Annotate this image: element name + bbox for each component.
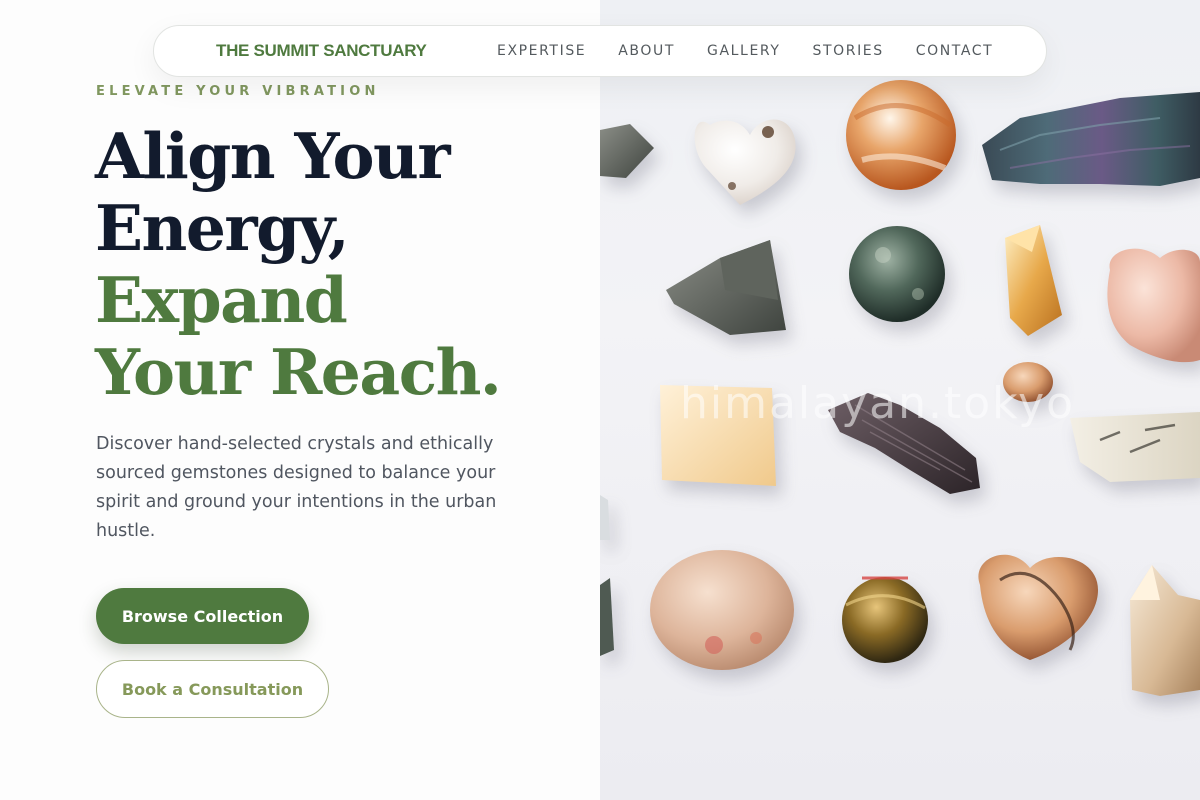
nav-link-contact[interactable]: CONTACT xyxy=(916,26,994,76)
gem-left-edge-bottom xyxy=(600,495,614,656)
nav-link-about[interactable]: ABOUT xyxy=(618,26,675,76)
top-navigation: THE SUMMIT SANCTUARY EXPERTISE ABOUT GAL… xyxy=(153,25,1047,77)
image-watermark: himalayan.tokyo xyxy=(680,378,1076,429)
headline-line-2: Energy, xyxy=(95,191,350,265)
gem-smoky-left-top xyxy=(600,124,654,178)
headline-line-4: Your Reach. xyxy=(95,335,502,409)
browse-collection-button[interactable]: Browse Collection xyxy=(96,588,309,644)
gem-jasper-tumble xyxy=(650,550,794,670)
headline-line-1: Align Your xyxy=(95,119,451,193)
gem-dark-cluster xyxy=(982,92,1200,186)
nav-links: EXPERTISE ABOUT GALLERY STORIES CONTACT xyxy=(497,26,1025,76)
nav-link-stories[interactable]: STORIES xyxy=(812,26,883,76)
nav-link-expertise[interactable]: EXPERTISE xyxy=(497,26,586,76)
gem-white-heart xyxy=(694,119,796,205)
gem-pink-heart xyxy=(1107,248,1200,363)
gem-dendritic-slab xyxy=(1070,412,1200,482)
headline-line-3: Expand xyxy=(95,263,348,337)
hero-eyebrow: ELEVATE YOUR VIBRATION xyxy=(96,84,380,99)
nav-link-gallery[interactable]: GALLERY xyxy=(707,26,780,76)
hero-description: Discover hand-selected crystals and ethi… xyxy=(96,434,497,541)
gem-moss-sphere xyxy=(849,226,945,322)
brand-logo[interactable]: THE SUMMIT SANCTUARY xyxy=(216,26,427,76)
book-consultation-button[interactable]: Book a Consultation xyxy=(96,660,329,718)
gem-smoky-quartz-point xyxy=(1130,565,1200,696)
gem-tigers-eye-sphere xyxy=(842,576,928,663)
gem-rough-black xyxy=(666,240,786,335)
gem-septarian-heart xyxy=(978,554,1098,660)
gem-orange-sphere xyxy=(846,80,956,190)
gem-citrine-point xyxy=(1005,225,1062,336)
hero-headline: Align Your Energy, Expand Your Reach. xyxy=(95,120,595,408)
